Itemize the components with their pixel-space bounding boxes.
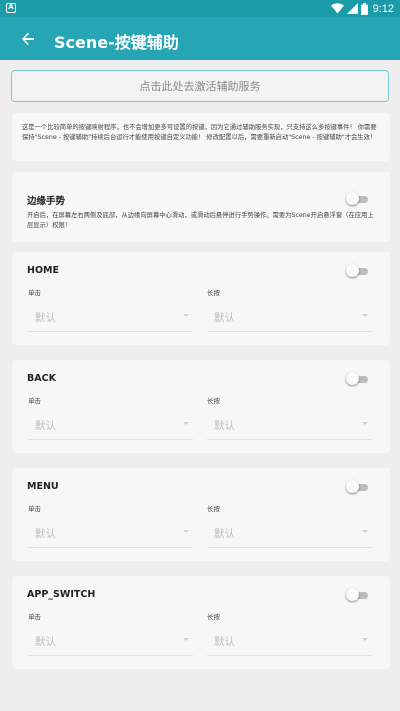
app-switch-toggle[interactable] — [346, 588, 368, 602]
status-bar: A 9:12 — [0, 0, 400, 17]
key-name: APP_SWITCH — [27, 589, 96, 600]
dropdown-arrow-icon — [183, 314, 189, 317]
long-press-action-select[interactable]: 默认 — [207, 626, 372, 656]
status-icons: 9:12 — [330, 1, 394, 16]
toggle-thumb — [346, 264, 359, 277]
status-time: 9:12 — [372, 2, 394, 15]
toggle-thumb — [346, 192, 359, 205]
long-press-label: 长按 — [207, 613, 220, 621]
long-press-action-select[interactable]: 默认 — [207, 518, 372, 548]
dropdown-arrow-icon — [362, 530, 368, 533]
app-bar: Scene-按键辅助 — [0, 17, 400, 60]
select-value: 默认 — [35, 636, 56, 648]
intro-card: 这是一个比较简单的按键映射程序，也不会增加更多可设置的按键，因为它通过辅助服务实… — [12, 113, 390, 161]
select-value: 默认 — [214, 420, 235, 432]
toggle-thumb — [346, 480, 359, 493]
back-button[interactable] — [14, 25, 42, 53]
dropdown-arrow-icon — [183, 530, 189, 533]
long-press-label: 长按 — [207, 397, 220, 405]
key-card-home: HOME 单击 长按 默认 默认 — [12, 252, 390, 345]
select-value: 默认 — [214, 528, 235, 540]
tap-label: 单击 — [28, 613, 41, 621]
tap-action-select[interactable]: 默认 — [28, 410, 193, 440]
key-card-menu: MENU 单击 长按 默认 默认 — [12, 468, 390, 561]
select-value: 默认 — [35, 312, 56, 324]
menu-toggle[interactable] — [346, 480, 368, 494]
wifi-icon — [330, 3, 344, 14]
toggle-thumb — [346, 372, 359, 385]
battery-icon — [360, 2, 368, 15]
dropdown-arrow-icon — [183, 422, 189, 425]
select-value: 默认 — [35, 420, 56, 432]
select-value: 默认 — [214, 312, 235, 324]
toggle-thumb — [346, 588, 359, 601]
android-notification-icon: A — [6, 3, 16, 13]
key-name: MENU — [27, 481, 59, 492]
intro-text: 这是一个比较简单的按键映射程序，也不会增加更多可设置的按键，因为它通过辅助服务实… — [22, 124, 377, 141]
activate-service-button[interactable]: 点击此处去激活辅助服务 — [11, 70, 389, 102]
home-toggle[interactable] — [346, 264, 368, 278]
edge-gesture-description: 开启后，在屏幕左右两侧及底部，从边缘向屏幕中心滑动，或滑动后悬停进行手势操作。需… — [27, 212, 374, 229]
tap-action-select[interactable]: 默认 — [28, 302, 193, 332]
tap-label: 单击 — [28, 505, 41, 513]
key-name: HOME — [27, 265, 59, 276]
tap-action-select[interactable]: 默认 — [28, 626, 193, 656]
dropdown-arrow-icon — [362, 422, 368, 425]
edge-gesture-toggle[interactable] — [346, 192, 368, 206]
long-press-action-select[interactable]: 默认 — [207, 410, 372, 440]
dropdown-arrow-icon — [362, 314, 368, 317]
edge-gesture-title: 边缘手势 — [27, 196, 66, 207]
arrow-back-icon — [22, 32, 34, 46]
select-value: 默认 — [35, 528, 56, 540]
back-toggle[interactable] — [346, 372, 368, 386]
edge-gesture-card: 边缘手势 开启后，在屏幕左右两侧及底部，从边缘向屏幕中心滑动，或滑动后悬停进行手… — [12, 172, 390, 242]
select-value: 默认 — [214, 636, 235, 648]
tap-label: 单击 — [28, 397, 41, 405]
tap-action-select[interactable]: 默认 — [28, 518, 193, 548]
dropdown-arrow-icon — [183, 638, 189, 641]
signal-icon — [346, 3, 358, 14]
tap-label: 单击 — [28, 289, 41, 297]
dropdown-arrow-icon — [362, 638, 368, 641]
key-card-app-switch: APP_SWITCH 单击 长按 默认 默认 — [12, 576, 390, 669]
long-press-action-select[interactable]: 默认 — [207, 302, 372, 332]
long-press-label: 长按 — [207, 289, 220, 297]
long-press-label: 长按 — [207, 505, 220, 513]
page-title: Scene-按键辅助 — [54, 33, 179, 52]
key-card-back: BACK 单击 长按 默认 默认 — [12, 360, 390, 453]
key-name: BACK — [27, 373, 56, 384]
